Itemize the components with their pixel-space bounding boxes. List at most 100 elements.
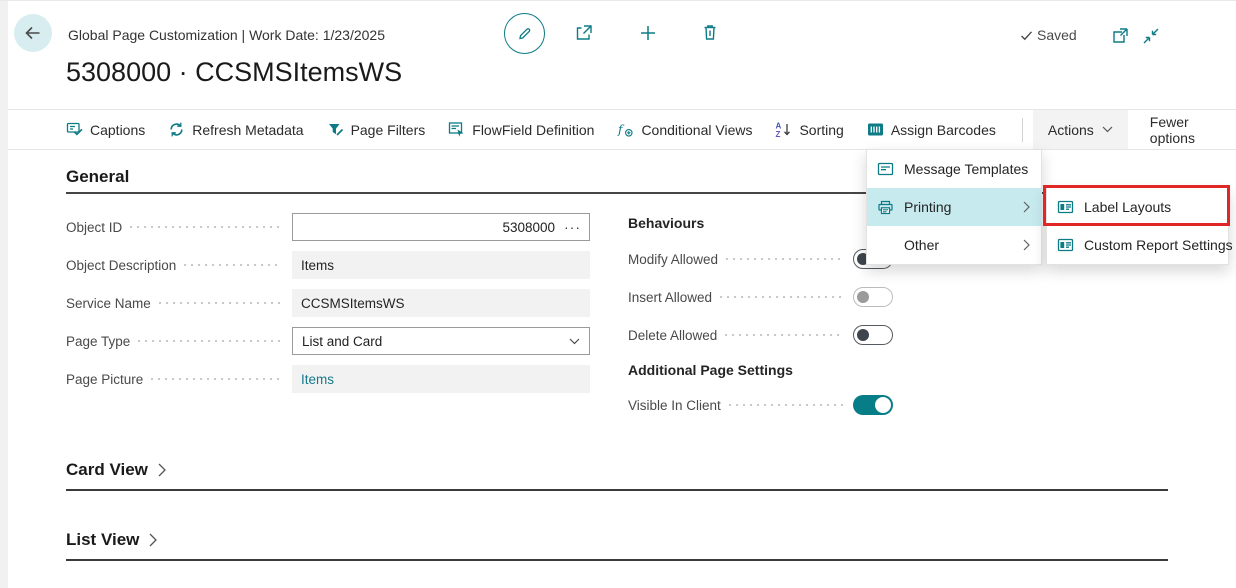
save-status: Saved: [1019, 27, 1077, 43]
page-picture-link[interactable]: Items: [301, 372, 334, 387]
toggle-row-visible-in-client: Visible In Client: [628, 391, 893, 419]
menu-item-label: Other: [904, 237, 1013, 253]
popout-button[interactable]: [1110, 26, 1130, 46]
additional-page-settings-heading: Additional Page Settings: [628, 362, 793, 378]
chevron-right-icon: [149, 533, 157, 547]
toolbar-flowfield-definition-button[interactable]: FlowField Definition: [448, 121, 594, 138]
share-icon: [573, 23, 594, 43]
dotted-leader: [159, 302, 282, 304]
submenu-chevron-icon: [1023, 239, 1030, 251]
list-view-section-header[interactable]: List View: [66, 530, 157, 550]
message-templates-icon: [877, 161, 895, 177]
menu-item-label: Label Layouts: [1084, 199, 1217, 215]
actions-menu-button[interactable]: Actions: [1033, 110, 1128, 149]
collapse-button[interactable]: [1141, 26, 1161, 46]
toggle-knob: [857, 291, 869, 303]
new-button[interactable]: [638, 23, 658, 43]
plus-icon: [638, 23, 658, 43]
toggle-label: Delete Allowed: [628, 328, 717, 343]
dotted-leader: [726, 258, 843, 260]
dotted-leader: [151, 378, 282, 380]
custom-report-settings-icon: [1057, 237, 1075, 253]
toolbar-captions-button[interactable]: Captions: [66, 121, 145, 138]
menu-item-label-layouts[interactable]: Label Layouts: [1047, 188, 1228, 226]
toggle-label: Modify Allowed: [628, 252, 718, 267]
printer-icon: [877, 199, 895, 215]
function-icon: f: [617, 121, 634, 138]
breadcrumb: Global Page Customization | Work Date: 1…: [68, 27, 385, 43]
toolbar-sorting-button[interactable]: A Z Sorting: [775, 121, 843, 138]
page-filters-icon: [327, 121, 344, 138]
menu-item-message-templates[interactable]: Message Templates: [867, 150, 1041, 188]
back-arrow-icon: [23, 23, 43, 43]
section-label: List View: [66, 530, 139, 550]
flowfield-icon: [448, 121, 465, 138]
insert-allowed-toggle[interactable]: [853, 287, 893, 307]
delete-button[interactable]: [700, 22, 720, 43]
delete-allowed-toggle[interactable]: [853, 325, 893, 345]
toolbar-divider: [1022, 118, 1023, 142]
svg-text:Z: Z: [776, 130, 781, 138]
general-section-heading[interactable]: General: [66, 167, 129, 187]
back-button[interactable]: [14, 14, 52, 52]
toggle-label: Visible In Client: [628, 398, 721, 413]
toolbar-page-filters-button[interactable]: Page Filters: [327, 121, 426, 138]
actions-label: Actions: [1048, 122, 1094, 138]
share-button[interactable]: [573, 23, 594, 43]
toolbar-conditional-views-button[interactable]: f Conditional Views: [617, 121, 752, 138]
dotted-leader: [729, 404, 843, 406]
captions-icon: [66, 121, 83, 138]
toolbar-label: Page Filters: [351, 122, 426, 138]
object-description-field: Items: [292, 251, 590, 279]
field-row-object-description: Object Description Items: [66, 251, 590, 279]
assist-edit-button[interactable]: ···: [564, 219, 581, 235]
visible-in-client-toggle[interactable]: [853, 395, 893, 415]
chevron-right-icon: [158, 463, 166, 477]
actions-dropdown-menu: Message Templates Printing Other: [866, 149, 1042, 265]
chevron-down-icon: [1102, 126, 1113, 133]
field-label: Page Type: [66, 334, 130, 349]
toggle-row-insert-allowed: Insert Allowed: [628, 283, 893, 311]
business-central-window: Global Page Customization | Work Date: 1…: [0, 0, 1236, 588]
toggle-row-delete-allowed: Delete Allowed: [628, 321, 893, 349]
field-row-service-name: Service Name CCSMSItemsWS: [66, 289, 590, 317]
toolbar-refresh-metadata-button[interactable]: Refresh Metadata: [168, 121, 303, 138]
chevron-down-icon: [569, 338, 580, 345]
field-row-page-type: Page Type List and Card: [66, 327, 590, 355]
menu-item-label: Message Templates: [904, 161, 1030, 177]
window-left-edge: [0, 1, 8, 588]
save-status-label: Saved: [1037, 27, 1077, 43]
menu-item-label: Custom Report Settings: [1084, 237, 1233, 253]
edit-button[interactable]: [504, 13, 545, 54]
menu-item-printing[interactable]: Printing: [867, 188, 1041, 226]
dotted-leader: [184, 264, 282, 266]
object-description-value: Items: [301, 258, 334, 273]
barcode-icon: [867, 121, 884, 138]
dotted-leader: [725, 334, 843, 336]
page-picture-field: Items: [292, 365, 590, 393]
field-label: Object ID: [66, 220, 122, 235]
menu-item-custom-report-settings[interactable]: Custom Report Settings: [1047, 226, 1228, 264]
section-label: Card View: [66, 460, 148, 480]
menu-item-other[interactable]: Other: [867, 226, 1041, 264]
toggle-knob: [875, 397, 891, 413]
page-type-select[interactable]: List and Card: [292, 327, 590, 355]
field-row-page-picture: Page Picture Items: [66, 365, 590, 393]
toolbar-assign-barcodes-button[interactable]: Assign Barcodes: [867, 121, 996, 138]
dotted-leader: [138, 340, 282, 342]
object-id-value: 5308000: [502, 220, 555, 235]
check-icon: [1019, 28, 1034, 43]
toggle-label: Insert Allowed: [628, 290, 712, 305]
toolbar-label: Refresh Metadata: [192, 122, 303, 138]
service-name-value: CCSMSItemsWS: [301, 296, 405, 311]
fewer-options-button[interactable]: Fewer options: [1150, 114, 1236, 146]
list-view-divider: [66, 559, 1168, 561]
object-id-input[interactable]: 5308000 ···: [292, 213, 590, 241]
page-type-value: List and Card: [302, 334, 382, 349]
field-label: Page Picture: [66, 372, 143, 387]
dotted-leader: [130, 226, 282, 228]
toggle-row-modify-allowed: Modify Allowed: [628, 245, 893, 273]
card-view-section-header[interactable]: Card View: [66, 460, 166, 480]
toggle-knob: [857, 329, 869, 341]
card-view-divider: [66, 489, 1168, 491]
